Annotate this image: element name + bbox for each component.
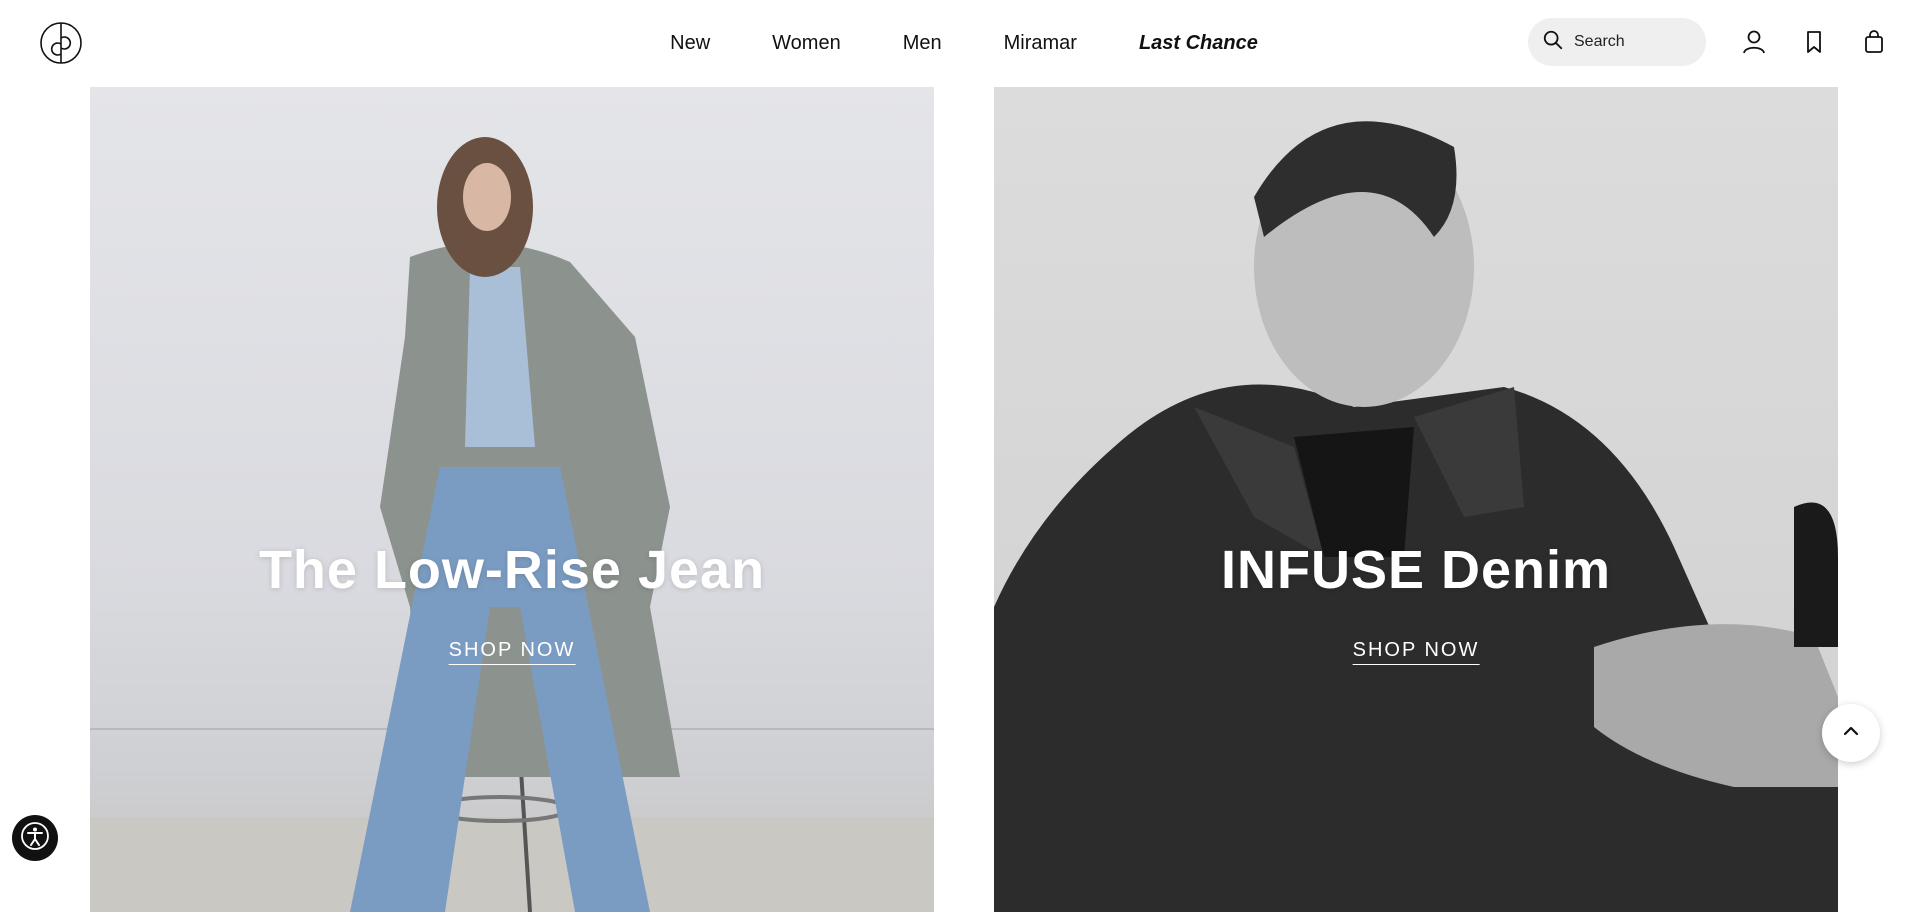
hero-title: INFUSE Denim xyxy=(1220,540,1612,600)
hero-image-man xyxy=(994,121,1838,912)
accessibility-icon xyxy=(20,821,50,856)
shopping-bag-icon[interactable] xyxy=(1858,26,1890,58)
shop-now-link[interactable]: SHOP NOW xyxy=(1352,639,1480,665)
nav-item-women[interactable]: Women xyxy=(772,28,841,58)
hero-title: The Low-Rise Jean xyxy=(258,540,766,600)
search-box[interactable] xyxy=(1528,18,1706,66)
hero-panel-low-rise-jean[interactable]: The Low-Rise Jean SHOP NOW xyxy=(90,87,934,912)
brand-logo-icon[interactable] xyxy=(38,20,84,66)
nav-item-men[interactable]: Men xyxy=(903,28,942,58)
nav-item-last-chance[interactable]: Last Chance xyxy=(1139,28,1258,58)
chevron-up-icon xyxy=(1841,721,1861,746)
scroll-to-top-button[interactable] xyxy=(1822,704,1880,762)
nav-item-miramar[interactable]: Miramar xyxy=(1004,28,1077,58)
account-icon[interactable] xyxy=(1738,26,1770,58)
hero-image-woman xyxy=(90,137,934,912)
search-input[interactable] xyxy=(1574,33,1684,51)
accessibility-button[interactable] xyxy=(12,815,58,861)
bookmark-icon[interactable] xyxy=(1798,26,1830,58)
site-header: New Women Men Miramar Last Chance xyxy=(0,0,1920,87)
hero-panel-infuse-denim[interactable]: INFUSE Denim SHOP NOW xyxy=(994,87,1838,912)
shop-now-link[interactable]: SHOP NOW xyxy=(448,639,576,665)
nav-item-new[interactable]: New xyxy=(670,28,710,58)
search-icon xyxy=(1542,29,1564,56)
